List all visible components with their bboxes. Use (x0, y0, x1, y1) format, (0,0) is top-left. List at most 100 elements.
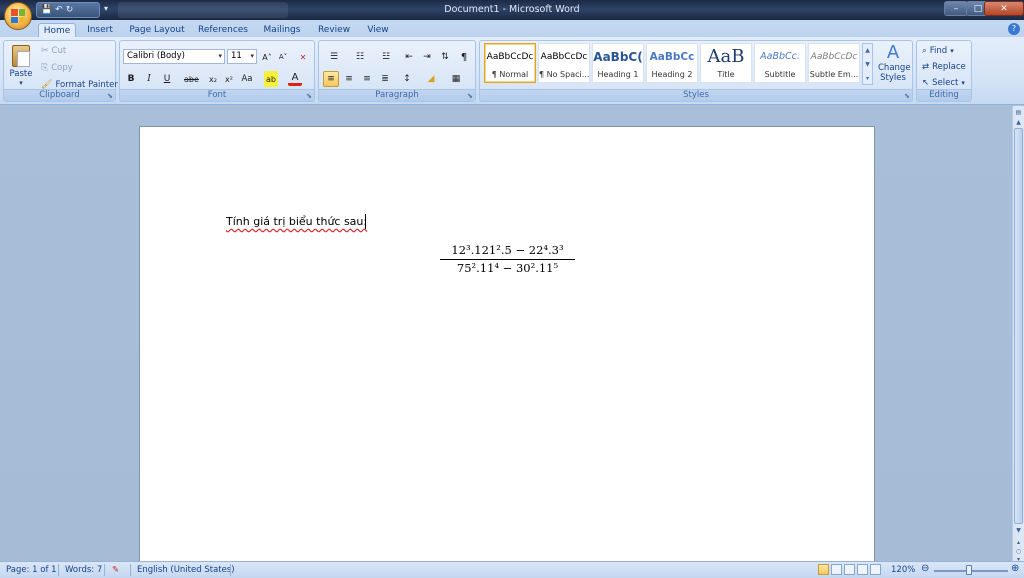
select-label: Select (932, 77, 959, 88)
status-separator (58, 564, 59, 576)
change-case-button[interactable]: Aa (240, 71, 254, 87)
tab-mailings[interactable]: Mailings (260, 23, 304, 38)
align-left-icon[interactable]: ≡ (323, 71, 339, 87)
tab-review[interactable]: Review (314, 23, 354, 38)
office-button[interactable] (4, 2, 32, 30)
styles-scroll-buttons[interactable]: ▲ ▼ ▾ (862, 43, 873, 85)
shading-icon[interactable]: ◢ (421, 71, 441, 87)
grow-font-button[interactable]: A˄ (260, 49, 274, 65)
shrink-font-button[interactable]: A˅ (276, 49, 290, 65)
print-layout-view-icon[interactable] (818, 564, 829, 575)
chevron-down-icon: ▾ (218, 52, 222, 60)
clear-formatting-button[interactable]: ✕ (296, 49, 310, 65)
show-marks-button[interactable]: ¶ (456, 49, 472, 65)
strikethrough-button[interactable]: abe (184, 71, 199, 87)
zoom-slider-thumb[interactable] (966, 565, 972, 575)
font-family-combo[interactable]: Calibri (Body) ▾ (123, 49, 225, 64)
previous-page-icon[interactable]: ▴ (1014, 538, 1023, 547)
zoom-in-icon[interactable]: ⊕ (1011, 563, 1019, 574)
find-button[interactable]: ⌕ Find ▾ (922, 43, 954, 58)
scroll-thumb[interactable] (1014, 128, 1023, 524)
tab-page-layout[interactable]: Page Layout (128, 23, 186, 38)
tab-view[interactable]: View (362, 23, 394, 38)
scroll-down-icon[interactable]: ▼ (1014, 526, 1023, 535)
tab-insert[interactable]: Insert (82, 23, 118, 38)
status-separator (104, 564, 105, 576)
style-normal[interactable]: AaBbCcDc ¶ Normal (484, 43, 536, 83)
zoom-level[interactable]: 120% (891, 565, 915, 575)
clipboard-group-label: Clipboard (4, 89, 115, 101)
vertical-scrollbar[interactable]: ▤ ▲ ▼ ▴ ○ ▾ (1012, 106, 1024, 563)
binoculars-icon: ⌕ (922, 45, 927, 56)
bullets-icon[interactable]: ☰ (323, 49, 345, 65)
borders-icon[interactable]: ▦ (445, 71, 467, 87)
underline-button[interactable]: U (160, 71, 174, 87)
ruler-toggle-icon[interactable]: ▤ (1014, 108, 1023, 117)
fraction-denominator: 75².11⁴ − 30².11⁵ (456, 261, 559, 275)
sort-icon[interactable]: ⇅ (437, 49, 453, 65)
align-right-icon[interactable]: ≡ (359, 71, 375, 87)
style-name: Title (717, 70, 735, 79)
numbering-icon[interactable]: ☷ (349, 49, 371, 65)
web-layout-view-icon[interactable] (844, 564, 855, 575)
style-name: Heading 1 (597, 70, 639, 79)
close-button[interactable]: ✕ (984, 1, 1024, 16)
style-heading-2[interactable]: AaBbCc Heading 2 (646, 43, 698, 83)
status-separator (230, 564, 231, 576)
italic-button[interactable]: I (142, 71, 156, 87)
page-count[interactable]: Page: 1 of 1 (6, 565, 57, 575)
document-page[interactable]: Tính giá trị biểu thức sau: 12³.121².5 −… (139, 126, 875, 566)
font-family-value: Calibri (Body) (127, 51, 185, 61)
justify-icon[interactable]: ≣ (377, 71, 393, 87)
full-screen-reading-view-icon[interactable] (831, 564, 842, 575)
scroll-up-icon[interactable]: ▲ (1014, 118, 1023, 127)
style-title[interactable]: AaB Title (700, 43, 752, 83)
proofing-icon[interactable]: ✎ (112, 565, 119, 575)
paste-button[interactable]: Paste ▾ (7, 43, 35, 89)
align-center-icon[interactable]: ≡ (341, 71, 357, 87)
superscript-button[interactable]: x² (222, 71, 236, 87)
help-icon[interactable]: ? (1008, 23, 1020, 35)
decrease-indent-icon[interactable]: ⇤ (401, 49, 417, 65)
bold-button[interactable]: B (124, 71, 138, 87)
copy-button[interactable]: ⎘ Copy (41, 61, 73, 75)
multilevel-list-icon[interactable]: ☳ (375, 49, 397, 65)
find-label: Find (929, 45, 948, 56)
math-fraction[interactable]: 12³.121².5 − 22⁴.3³ 75².11⁴ − 30².11⁵ (440, 243, 575, 275)
draft-view-icon[interactable] (870, 564, 881, 575)
style-name: Subtitle (764, 70, 796, 79)
tab-references[interactable]: References (196, 23, 250, 38)
styles-launcher-icon[interactable]: ⬊ (904, 92, 910, 100)
change-styles-label-line2: Styles (880, 73, 906, 83)
style-subtle-emphasis[interactable]: AaBbCcDc Subtle Em... (808, 43, 860, 83)
increase-indent-icon[interactable]: ⇥ (419, 49, 435, 65)
style-heading-1[interactable]: AaBbC( Heading 1 (592, 43, 644, 83)
language-indicator[interactable]: English (United States) (137, 565, 235, 575)
zoom-out-icon[interactable]: ⊖ (921, 563, 929, 574)
copy-label: Copy (51, 63, 73, 73)
word-count[interactable]: Words: 7 (65, 565, 102, 575)
font-color-button[interactable]: A (288, 71, 302, 86)
style-sample: AaBbCcDc (810, 52, 858, 62)
outline-view-icon[interactable] (857, 564, 868, 575)
subscript-button[interactable]: x₂ (206, 71, 220, 87)
minimize-button[interactable]: – (944, 1, 968, 16)
select-button[interactable]: ↖ Select ▾ (922, 75, 965, 90)
document-text-line[interactable]: Tính giá trị biểu thức sau: (226, 215, 367, 228)
change-styles-button[interactable]: A Change Styles (878, 43, 911, 89)
font-launcher-icon[interactable]: ⬊ (306, 92, 312, 100)
paragraph-launcher-icon[interactable]: ⬊ (467, 92, 473, 100)
font-size-combo[interactable]: 11 ▾ (227, 49, 257, 64)
replace-button[interactable]: ⇄ Replace (922, 59, 966, 74)
text-caret (365, 214, 366, 229)
clipboard-launcher-icon[interactable]: ⬊ (107, 92, 113, 100)
ribbon-tabs: Home Insert Page Layout References Maili… (0, 20, 1024, 38)
styles-gallery: AaBbCcDc ¶ Normal AaBbCcDc ¶ No Spaci...… (482, 43, 860, 85)
line-spacing-icon[interactable]: ↕ (397, 71, 417, 87)
style-subtitle[interactable]: AaBbCc. Subtitle (754, 43, 806, 83)
style-sample: AaBbC( (593, 50, 643, 64)
highlight-button[interactable]: ab (264, 71, 278, 87)
tab-home[interactable]: Home (38, 23, 76, 38)
style-no-spacing[interactable]: AaBbCcDc ¶ No Spaci... (538, 43, 590, 83)
cut-button[interactable]: ✂ Cut (41, 44, 66, 58)
